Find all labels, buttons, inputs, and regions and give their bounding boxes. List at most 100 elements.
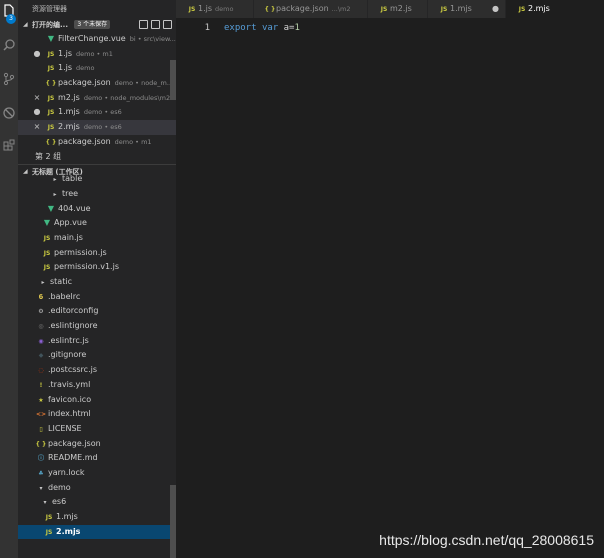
file-name: permission.v1.js <box>54 262 119 272</box>
file-path-desc: demo • m1 <box>114 137 152 146</box>
file-name: package.json <box>48 438 101 448</box>
unsaved-count-badge: 3 个未保存 <box>74 20 111 29</box>
file-name: 1.js <box>58 48 73 58</box>
tab-label: 1.mjs <box>450 4 472 13</box>
js-file-icon: JS <box>380 6 388 13</box>
open-editors-header[interactable]: ◢ 打开的编... 3 个未保存 <box>18 18 176 32</box>
file-path-desc: demo • m1 <box>76 49 113 58</box>
js-file-icon: JS <box>45 514 53 521</box>
folder-name: tree <box>62 188 79 198</box>
workspace-tree: ▸ table ▸ tree ▼ 404.vue ▼ App.vue JS main.js JS pe… <box>18 172 176 540</box>
open-editor-item[interactable]: × JS 2.mjs demo • es6 <box>18 120 176 135</box>
file-name: 404.vue <box>58 203 91 213</box>
file-item[interactable]: JS permission.js <box>18 246 176 261</box>
file-name: LICENSE <box>48 423 82 433</box>
editor-group-2[interactable]: 第 2 组 <box>18 150 176 165</box>
git-icon: ◆ <box>38 352 44 360</box>
tab-1-mjs[interactable]: JS 1.mjs ● <box>428 0 506 18</box>
open-editor-item[interactable]: ▼ FilterChange.vue bi • src\view... <box>18 32 176 47</box>
eslint-icon: ◉ <box>38 337 44 345</box>
file-item[interactable]: ★ favicon.ico <box>18 393 176 408</box>
open-editor-item[interactable]: ● JS 1.js demo • m1 <box>18 47 176 62</box>
search-icon[interactable] <box>2 38 16 52</box>
group2-label: 第 2 组 <box>35 151 62 161</box>
file-item[interactable]: { } package.json <box>18 437 176 452</box>
chevron-down-icon: ◢ <box>23 21 28 28</box>
js-file-icon: JS <box>518 6 526 13</box>
number-literal: 1 <box>294 23 300 33</box>
watermark: https://blog.csdn.net/qq_28008615 <box>379 532 594 548</box>
file-name: App.vue <box>54 218 87 228</box>
new-file-icon[interactable] <box>139 20 148 29</box>
file-item[interactable]: ▼ App.vue <box>18 216 176 231</box>
vue-file-icon: ▼ <box>43 218 51 228</box>
file-path-desc: demo • node_modules\m2 <box>83 93 171 102</box>
folder-name: table <box>62 174 83 184</box>
tab-1-js[interactable]: JS 1.js demo <box>176 0 254 18</box>
js-file-icon: JS <box>440 6 448 13</box>
code-line[interactable]: export var a=1 <box>224 21 300 35</box>
file-item[interactable]: ⚙ .editorconfig <box>18 304 176 319</box>
open-editor-item[interactable]: JS 1.js demo <box>18 61 176 76</box>
file-item[interactable]: ! .travis.yml <box>18 378 176 393</box>
source-control-icon[interactable] <box>2 72 16 86</box>
close-icon[interactable]: × <box>32 120 42 135</box>
file-item[interactable]: ◉ .eslintrc.js <box>18 334 176 349</box>
file-name: .gitignore <box>48 350 87 360</box>
close-icon[interactable]: × <box>32 91 42 106</box>
folder-item[interactable]: ▸ static <box>18 275 176 290</box>
save-all-icon[interactable] <box>151 20 160 29</box>
js-file-icon: JS <box>47 94 55 102</box>
tab-2-mjs[interactable]: JS2.mjs× <box>506 0 604 18</box>
open-editor-item[interactable]: { } package.json demo • node_m... <box>18 76 176 91</box>
file-item[interactable]: ◎ .eslintignore <box>18 319 176 334</box>
file-item[interactable]: ▯ LICENSE <box>18 422 176 437</box>
dirty-dot-icon[interactable]: ● <box>32 47 42 62</box>
json-file-icon: { } <box>45 138 57 146</box>
folder-item[interactable]: ▾ es6 <box>18 495 176 510</box>
vue-file-icon: ▼ <box>47 34 55 43</box>
extensions-icon[interactable] <box>2 138 16 152</box>
file-item[interactable]: JS 2.mjs <box>18 524 176 540</box>
code-editor[interactable]: 1 export var a=1 https://blog.csdn.net/q… <box>176 18 604 558</box>
folder-name: demo <box>48 482 71 492</box>
file-item[interactable]: JS permission.v1.js <box>18 260 176 275</box>
file-item[interactable]: ⓘ README.md <box>18 451 176 466</box>
file-item[interactable]: ◆ .gitignore <box>18 348 176 363</box>
folder-item[interactable]: ▸ tree <box>18 187 176 202</box>
line-number: 1 <box>204 23 210 33</box>
file-name: favicon.ico <box>48 394 92 404</box>
json-file-icon: { } <box>45 80 57 88</box>
open-editor-item[interactable]: { } package.json demo • m1 <box>18 135 176 150</box>
chevron-down-icon: ▾ <box>39 484 43 492</box>
file-item[interactable]: ♣ yarn.lock <box>18 466 176 481</box>
tab-m2-js[interactable]: JS m2.js <box>368 0 428 18</box>
yarn-icon: ♣ <box>38 469 44 477</box>
js-file-icon: JS <box>47 124 55 132</box>
dirty-dot-icon[interactable]: ● <box>32 105 42 120</box>
folder-item[interactable]: ▾ demo <box>18 481 176 496</box>
debug-icon[interactable] <box>2 106 16 120</box>
file-path-desc: demo <box>76 64 95 73</box>
js-file-icon: JS <box>45 528 53 536</box>
file-item[interactable]: б .babelrc <box>18 290 176 305</box>
file-item[interactable]: ◌ .postcssrc.js <box>18 363 176 378</box>
dirty-dot-icon[interactable]: ● <box>492 0 499 18</box>
file-item[interactable]: ▼ 404.vue <box>18 202 176 217</box>
folder-name: static <box>50 277 72 286</box>
js-file-icon: JS <box>43 249 51 257</box>
file-name: FilterChange.vue <box>58 34 126 43</box>
file-item[interactable]: JS 1.mjs <box>18 510 176 525</box>
file-item[interactable]: JS main.js <box>18 231 176 246</box>
tab-package-json[interactable]: { }package.json ...\m2 <box>254 0 368 18</box>
json-file-icon: { } <box>264 6 276 13</box>
close-all-icon[interactable] <box>163 20 172 29</box>
keyword-export: export <box>224 23 257 33</box>
folder-item[interactable]: ▸ table <box>18 172 176 187</box>
open-editor-item[interactable]: ● JS 1.mjs demo • es6 <box>18 105 176 120</box>
file-name: permission.js <box>54 247 107 257</box>
file-item[interactable]: <> index.html <box>18 407 176 422</box>
open-editor-item[interactable]: × JS m2.js demo • node_modules\m2 <box>18 91 176 106</box>
chevron-down-icon: ▾ <box>43 499 47 507</box>
tab-desc: demo <box>215 5 234 13</box>
